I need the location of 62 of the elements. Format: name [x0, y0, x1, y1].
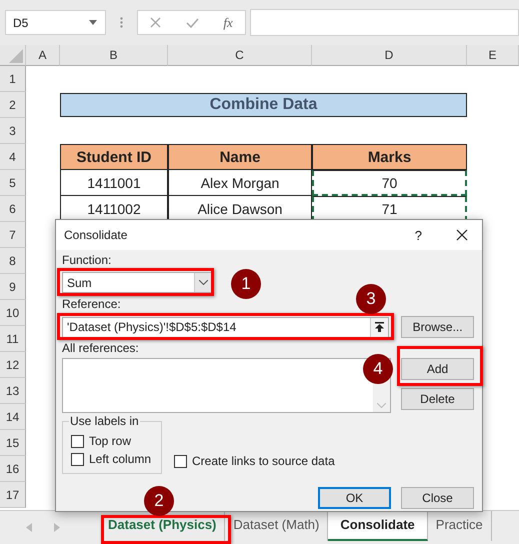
table-cell: Alex Morgan: [168, 170, 312, 196]
column-header[interactable]: B: [60, 45, 168, 66]
name-box[interactable]: D5: [5, 10, 106, 35]
table-header: Name: [168, 144, 312, 170]
reference-field[interactable]: 'Dataset (Physics)'!$D$5:$D$14: [62, 316, 390, 338]
function-label: Function:: [62, 254, 112, 267]
column-header[interactable]: A: [26, 45, 60, 66]
delete-button[interactable]: Delete: [401, 388, 474, 410]
table-cell: 1411001: [60, 170, 168, 196]
row-header[interactable]: 8: [0, 248, 26, 274]
row-header[interactable]: 12: [0, 352, 26, 378]
references-list[interactable]: [62, 358, 391, 413]
row-header[interactable]: 10: [0, 300, 26, 326]
row-header[interactable]: 17: [0, 482, 26, 508]
all-references-label: All references:: [62, 342, 139, 355]
row-header[interactable]: 6: [0, 196, 26, 222]
row-header[interactable]: 15: [0, 430, 26, 456]
checkbox[interactable]: [71, 434, 84, 448]
row-header[interactable]: 3: [0, 118, 26, 144]
cancel-icon[interactable]: [150, 17, 162, 28]
table-header: Marks: [312, 144, 467, 170]
dropdown-button[interactable]: [194, 273, 211, 292]
checkbox-label: Top row: [89, 434, 132, 448]
reference-label: Reference:: [62, 298, 121, 311]
dropdown-icon: [89, 20, 97, 25]
sheet-tab[interactable]: Consolidate: [328, 511, 428, 541]
add-button[interactable]: Add: [401, 358, 474, 380]
insert-function-button[interactable]: fx: [223, 14, 233, 30]
help-button[interactable]: ?: [414, 228, 422, 242]
checkbox-label: Create links to source data: [192, 454, 335, 468]
row-header[interactable]: 7: [0, 222, 26, 248]
dialog-title: Consolidate: [64, 228, 128, 242]
column-header[interactable]: E: [467, 45, 519, 66]
row-header[interactable]: 1: [0, 66, 26, 92]
row-header[interactable]: 2: [0, 92, 26, 118]
table-header: Student ID: [60, 144, 168, 170]
formula-input[interactable]: [250, 9, 519, 36]
checkbox[interactable]: [174, 454, 187, 468]
checkbox-label: Left column: [89, 452, 152, 466]
row-header[interactable]: 16: [0, 456, 26, 482]
row-header[interactable]: 13: [0, 378, 26, 404]
row-header[interactable]: 4: [0, 144, 26, 170]
sheet-title: Combine Data: [60, 93, 467, 117]
function-dropdown[interactable]: Sum: [62, 272, 212, 293]
table-cell: 70: [312, 170, 467, 196]
row-header[interactable]: 9: [0, 274, 26, 300]
collapse-button[interactable]: [370, 318, 388, 336]
row-header[interactable]: 5: [0, 170, 26, 196]
column-header[interactable]: D: [312, 45, 467, 66]
ok-button[interactable]: OK: [318, 487, 391, 509]
check-icon[interactable]: [186, 18, 199, 28]
grip-icon: [120, 17, 123, 28]
group-label: Use labels in: [69, 414, 140, 428]
chevron-down-icon: [198, 280, 208, 285]
close-icon[interactable]: [456, 229, 468, 241]
row-header[interactable]: 14: [0, 404, 26, 430]
browse-button[interactable]: Browse...: [401, 316, 474, 338]
row-header[interactable]: 11: [0, 326, 26, 352]
column-header[interactable]: C: [168, 45, 312, 66]
close-button[interactable]: Close: [401, 487, 474, 509]
checkbox[interactable]: [71, 452, 84, 466]
upload-arrow-icon: [375, 322, 384, 332]
